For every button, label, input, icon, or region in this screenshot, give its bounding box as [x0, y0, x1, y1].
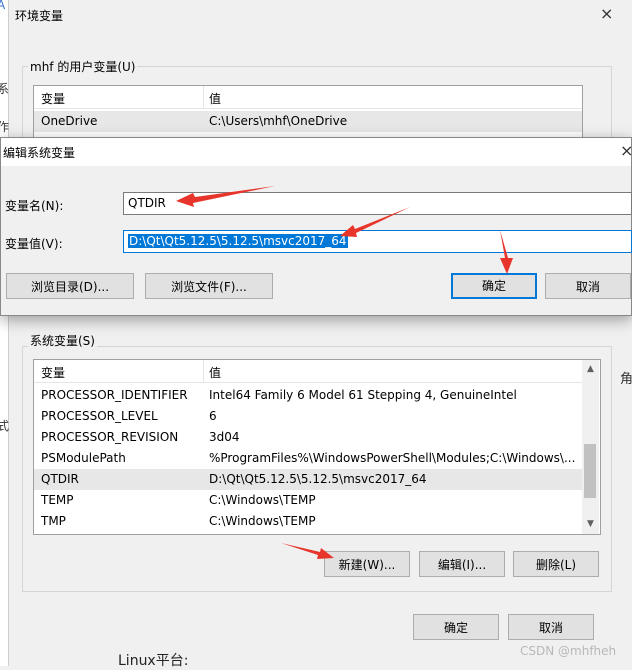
system-var-value: 3d04	[209, 430, 240, 444]
browse-directory-button[interactable]: 浏览目录(D)...	[6, 273, 134, 299]
dialog-titlebar[interactable]: 编辑系统变量 ×	[1, 138, 632, 166]
window-title: 环境变量	[15, 9, 64, 23]
dialog-ok-button[interactable]: 确定	[451, 273, 537, 299]
user-col-value[interactable]: 值	[209, 90, 221, 107]
system-var-value: C:\Windows\TEMP	[209, 514, 316, 528]
window-close-icon[interactable]: ×	[600, 4, 613, 23]
edit-button[interactable]: 编辑(I)...	[419, 551, 505, 577]
variable-name-text: QTDIR	[128, 196, 166, 210]
system-row-processor-revision[interactable]: PROCESSOR_REVISION 3d04	[34, 427, 582, 448]
system-var-name: PSModulePath	[41, 451, 126, 465]
side-char-4: 角	[620, 372, 632, 387]
system-var-value: D:\Qt\Qt5.12.5\5.12.5\msvc2017_64	[209, 472, 427, 486]
scroll-down-icon[interactable]: ▼	[582, 516, 599, 533]
system-var-value: 6	[209, 409, 217, 423]
system-var-value: %ProgramFiles%\WindowsPowerShell\Modules…	[209, 451, 576, 465]
watermark: CSDN @mhfheh	[520, 644, 617, 658]
user-var-name: OneDrive	[41, 114, 98, 128]
edit-system-variable-dialog: 编辑系统变量 × 变量名(N): QTDIR 变量值(V): D:\Qt\Qt5…	[0, 137, 632, 316]
new-button[interactable]: 新建(W)...	[324, 551, 410, 577]
dialog-close-icon[interactable]: ×	[620, 141, 632, 160]
scroll-up-icon[interactable]: ▲	[582, 361, 599, 378]
variable-value-input[interactable]: D:\Qt\Qt5.12.5\5.12.5\msvc2017_64	[123, 230, 632, 253]
side-char-1: 系	[0, 82, 10, 96]
system-list-header: 变量 值	[34, 360, 582, 383]
system-col-value[interactable]: 值	[209, 364, 221, 381]
system-var-name: TMP	[41, 514, 66, 528]
system-list-scrollbar[interactable]: ▲ ▼	[582, 360, 599, 534]
env-ok-button[interactable]: 确定	[413, 614, 499, 640]
scroll-thumb[interactable]	[584, 444, 596, 498]
delete-button[interactable]: 删除(L)	[513, 551, 599, 577]
browse-file-button[interactable]: 浏览文件(F)...	[145, 273, 273, 299]
system-var-name: PROCESSOR_LEVEL	[41, 409, 158, 423]
system-row-processor-identifier[interactable]: PROCESSOR_IDENTIFIER Intel64 Family 6 Mo…	[34, 385, 582, 406]
system-var-value: C:\Windows\TEMP	[209, 493, 316, 507]
variable-name-label: 变量名(N):	[5, 199, 64, 213]
variable-value-text: D:\Qt\Qt5.12.5\5.12.5\msvc2017_64	[128, 234, 348, 248]
system-variables-label: 系统变量(S)	[28, 332, 97, 349]
dialog-cancel-button[interactable]: 取消	[545, 273, 631, 299]
system-var-name: PROCESSOR_IDENTIFIER	[41, 388, 188, 402]
system-col-variable[interactable]: 变量	[41, 364, 65, 381]
system-row-processor-level[interactable]: PROCESSOR_LEVEL 6	[34, 406, 582, 427]
left-background-strip	[0, 0, 9, 666]
system-row-temp[interactable]: TEMP C:\Windows\TEMP	[34, 490, 582, 511]
system-variables-list[interactable]: 变量 值 PROCESSOR_IDENTIFIER Intel64 Family…	[33, 359, 601, 535]
variable-value-label: 变量值(V):	[5, 237, 63, 251]
system-row-tmp[interactable]: TMP C:\Windows\TEMP	[34, 511, 582, 532]
footer-text: Linux平台:	[118, 653, 189, 669]
user-variable-row[interactable]: OneDrive C:\Users\mhf\OneDrive	[34, 111, 582, 132]
user-var-value: C:\Users\mhf\OneDrive	[209, 114, 348, 128]
system-var-name: PROCESSOR_REVISION	[41, 430, 179, 444]
user-list-header: 变量 值	[34, 86, 582, 109]
system-var-name: TEMP	[41, 493, 74, 507]
system-col-separator	[203, 360, 204, 382]
side-char-3: 式	[0, 419, 10, 433]
system-var-value: Intel64 Family 6 Model 61 Stepping 4, Ge…	[209, 388, 517, 402]
user-variables-label: mhf 的用户变量(U)	[28, 58, 138, 75]
side-char-a: A	[0, 0, 6, 12]
environment-variables-window: A 系 作 式 角 环境变量 × mhf 的用户变量(U) 变量 值 OneDr…	[0, 0, 632, 666]
dialog-title: 编辑系统变量	[3, 146, 76, 160]
user-col-separator	[203, 86, 204, 108]
system-row-qtdir[interactable]: QTDIR D:\Qt\Qt5.12.5\5.12.5\msvc2017_64	[34, 469, 582, 490]
system-row-psmodulepath[interactable]: PSModulePath %ProgramFiles%\WindowsPower…	[34, 448, 582, 469]
env-cancel-button[interactable]: 取消	[508, 614, 594, 640]
variable-name-input[interactable]: QTDIR	[123, 192, 632, 215]
side-char-2: 作	[0, 120, 10, 134]
user-col-variable[interactable]: 变量	[41, 90, 65, 107]
system-var-name: QTDIR	[41, 472, 79, 486]
